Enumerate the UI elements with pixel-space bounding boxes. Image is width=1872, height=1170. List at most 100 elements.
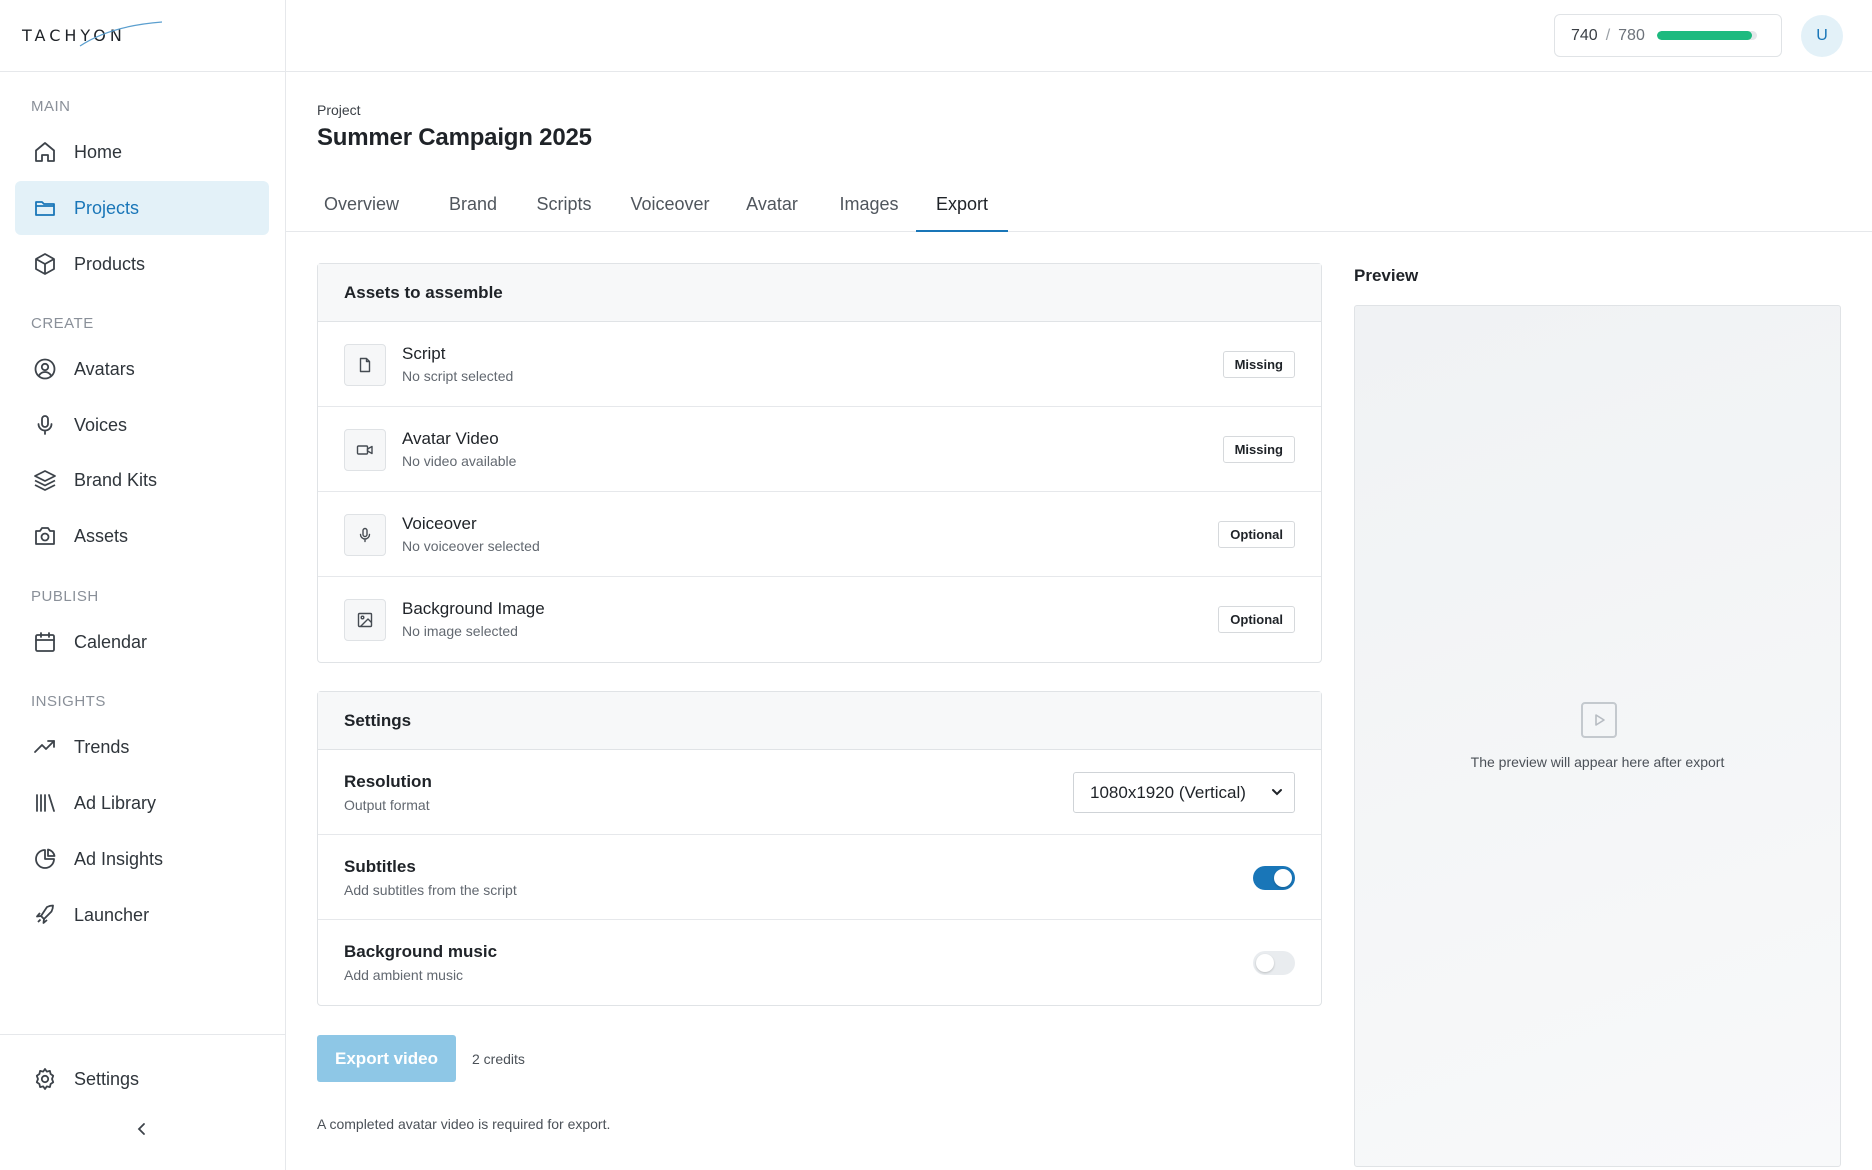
- settings-card: Settings Resolution Output format 1080x1…: [317, 691, 1322, 1006]
- tab-images[interactable]: Images: [838, 186, 900, 232]
- tab-export[interactable]: Export: [916, 186, 1008, 232]
- sidebar-item-label: Calendar: [74, 631, 148, 652]
- resolution-select[interactable]: 1080x1920 (Vertical): [1073, 772, 1295, 813]
- sidebar-item-ad-library[interactable]: Ad Library: [15, 776, 269, 830]
- collapse-sidebar-button[interactable]: [130, 1117, 154, 1141]
- home-icon: [32, 139, 58, 165]
- sidebar-item-voices[interactable]: Voices: [15, 398, 269, 452]
- sidebar-item-projects[interactable]: Projects: [15, 181, 269, 235]
- background-music-toggle[interactable]: [1253, 951, 1295, 975]
- asset-row-background-image[interactable]: Background Image No image selected Optio…: [318, 577, 1321, 662]
- tab-voiceover[interactable]: Voiceover: [630, 186, 710, 232]
- preview-placeholder-text: The preview will appear here after expor…: [1470, 754, 1725, 770]
- sidebar-footer: Settings: [0, 1034, 286, 1135]
- sidebar-item-avatars[interactable]: Avatars: [15, 342, 269, 396]
- sidebar-item-assets[interactable]: Assets: [15, 509, 269, 563]
- rocket-icon: [32, 902, 58, 928]
- sidebar-item-label: Home: [74, 141, 123, 162]
- section-label-publish: PUBLISH: [31, 588, 99, 605]
- sidebar: TACHYON MAIN Home Projects Products CREA…: [0, 0, 286, 1170]
- pie-chart-icon: [32, 846, 58, 872]
- setting-row-background-music: Background music Add ambient music: [318, 920, 1321, 1005]
- user-avatar[interactable]: U: [1801, 15, 1843, 57]
- sidebar-item-label: Ad Insights: [74, 848, 164, 869]
- preview-panel: The preview will appear here after expor…: [1354, 305, 1841, 1167]
- credits-separator: /: [1605, 26, 1611, 44]
- calendar-icon: [32, 629, 58, 655]
- sidebar-item-label: Ad Library: [74, 792, 157, 813]
- credits-progress-bar: [1656, 31, 1757, 40]
- sidebar-item-label: Trends: [74, 736, 130, 757]
- credits-meter[interactable]: 740 / 780: [1554, 14, 1782, 57]
- sidebar-item-label: Voices: [74, 414, 128, 435]
- tab-brand[interactable]: Brand: [448, 186, 498, 232]
- sidebar-item-calendar[interactable]: Calendar: [15, 615, 269, 669]
- setting-subtitle: Add ambient music: [344, 967, 464, 983]
- top-bar: 740 / 780 U: [286, 0, 1872, 72]
- page-title: Summer Campaign 2025: [317, 124, 592, 151]
- sidebar-item-label: Brand Kits: [74, 469, 158, 490]
- credits-used: 740: [1571, 26, 1598, 44]
- sidebar-item-brand-kits[interactable]: Brand Kits: [15, 453, 269, 507]
- section-label-main: MAIN: [31, 98, 71, 115]
- setting-title: Background music: [344, 942, 498, 961]
- sidebar-item-label: Projects: [74, 197, 140, 218]
- assets-card: Assets to assemble Script No script sele…: [317, 263, 1322, 663]
- asset-title: Script: [402, 344, 446, 363]
- export-video-button[interactable]: Export video: [317, 1035, 456, 1082]
- asset-title: Voiceover: [402, 514, 477, 533]
- chevron-down-icon: [1272, 789, 1282, 796]
- settings-card-heading: Settings: [318, 692, 1321, 750]
- asset-subtitle: No video available: [402, 453, 517, 469]
- microphone-icon: [344, 514, 386, 556]
- asset-subtitle: No script selected: [402, 368, 514, 384]
- asset-title: Background Image: [402, 599, 545, 618]
- subtitles-toggle[interactable]: [1253, 866, 1295, 890]
- sidebar-item-label: Settings: [74, 1068, 140, 1089]
- file-icon: [344, 344, 386, 386]
- asset-title: Avatar Video: [402, 429, 499, 448]
- credits-progress-fill: [1656, 31, 1752, 40]
- status-badge: Optional: [1218, 521, 1295, 548]
- asset-subtitle: No voiceover selected: [402, 538, 540, 554]
- sidebar-item-label: Products: [74, 253, 146, 274]
- project-tabs: Overview Brand Scripts Voiceover Avatar …: [286, 186, 1872, 232]
- resolution-select-value: 1080x1920 (Vertical): [1090, 782, 1246, 802]
- logo[interactable]: TACHYON: [0, 0, 285, 72]
- image-icon: [344, 599, 386, 641]
- asset-row-script[interactable]: Script No script selected Missing: [318, 322, 1321, 407]
- tab-avatar[interactable]: Avatar: [744, 186, 800, 232]
- library-icon: [32, 790, 58, 816]
- camera-icon: [32, 523, 58, 549]
- toggle-knob: [1256, 954, 1274, 972]
- setting-subtitle: Output format: [344, 797, 430, 813]
- credits-total: 780: [1618, 26, 1645, 44]
- microphone-icon: [32, 412, 58, 438]
- video-icon: [344, 429, 386, 471]
- assets-card-heading: Assets to assemble: [318, 264, 1321, 322]
- chevron-left-icon: [137, 1123, 145, 1135]
- sidebar-item-trends[interactable]: Trends: [15, 720, 269, 774]
- tab-overview[interactable]: Overview: [324, 186, 399, 232]
- asset-row-voiceover[interactable]: Voiceover No voiceover selected Optional: [318, 492, 1321, 577]
- tab-scripts[interactable]: Scripts: [536, 186, 592, 232]
- sidebar-item-home[interactable]: Home: [15, 125, 269, 179]
- sidebar-item-ad-insights[interactable]: Ad Insights: [15, 832, 269, 886]
- page-eyebrow: Project: [317, 102, 361, 118]
- export-cost: 2 credits: [472, 1051, 525, 1067]
- setting-title: Subtitles: [344, 857, 416, 876]
- user-circle-icon: [32, 356, 58, 382]
- section-label-create: CREATE: [31, 315, 94, 332]
- sidebar-item-label: Avatars: [74, 358, 135, 379]
- folder-icon: [32, 195, 58, 221]
- sidebar-item-launcher[interactable]: Launcher: [15, 888, 269, 942]
- status-badge: Missing: [1222, 436, 1295, 463]
- sidebar-item-settings[interactable]: Settings: [15, 1052, 269, 1106]
- logo-swoosh: [79, 21, 163, 47]
- sidebar-item-label: Assets: [74, 525, 129, 546]
- sidebar-item-products[interactable]: Products: [15, 237, 269, 291]
- asset-row-avatar-video[interactable]: Avatar Video No video available Missing: [318, 407, 1321, 492]
- setting-row-subtitles: Subtitles Add subtitles from the script: [318, 835, 1321, 920]
- status-badge: Missing: [1222, 351, 1295, 378]
- export-requirement-note: A completed avatar video is required for…: [317, 1116, 611, 1132]
